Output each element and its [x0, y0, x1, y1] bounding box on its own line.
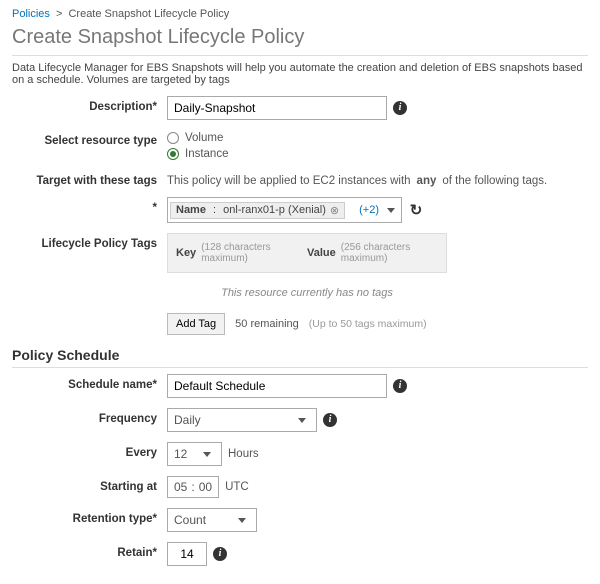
- start-time-input[interactable]: 05 : 00: [167, 476, 219, 498]
- every-label: Every: [12, 442, 167, 459]
- description-label: Description*: [12, 96, 167, 113]
- tag-more-count[interactable]: (+2): [359, 204, 379, 216]
- breadcrumb-root-link[interactable]: Policies: [12, 8, 50, 20]
- target-tags-help: This policy will be applied to EC2 insta…: [167, 170, 588, 187]
- retain-input[interactable]: [167, 542, 207, 566]
- radio-volume[interactable]: Volume: [167, 132, 228, 144]
- policy-tags-label: Lifecycle Policy Tags: [12, 233, 167, 250]
- radio-instance-label: Instance: [185, 148, 228, 160]
- no-tags-message: This resource currently has no tags: [167, 287, 447, 299]
- tag-chip[interactable]: Name : onl-ranx01-p (Xenial) ⊗: [170, 202, 345, 219]
- info-icon[interactable]: i: [213, 547, 227, 561]
- retention-type-value: Count: [174, 513, 206, 527]
- policy-tags-table: Key (128 characters maximum) Value (256 …: [167, 233, 447, 273]
- schedule-name-input[interactable]: [167, 374, 387, 398]
- tags-header-key-hint: (128 characters maximum): [201, 242, 307, 264]
- target-tags-required: *: [12, 197, 167, 214]
- breadcrumb-current: Create Snapshot Lifecycle Policy: [68, 8, 229, 20]
- target-tags-label: Target with these tags: [12, 170, 167, 187]
- info-icon[interactable]: i: [393, 379, 407, 393]
- breadcrumb-separator: >: [56, 8, 62, 20]
- radio-instance[interactable]: Instance: [167, 148, 228, 160]
- section-divider: [12, 367, 588, 368]
- retain-label: Retain*: [12, 542, 167, 559]
- frequency-select[interactable]: Daily: [167, 408, 317, 432]
- frequency-label: Frequency: [12, 408, 167, 425]
- tags-header-value-hint: (256 characters maximum): [341, 242, 438, 264]
- start-sep: :: [191, 480, 194, 494]
- chevron-down-icon[interactable]: [387, 208, 395, 213]
- radio-volume-label: Volume: [185, 132, 223, 144]
- description-input[interactable]: [167, 96, 387, 120]
- starting-at-label: Starting at: [12, 476, 167, 493]
- radio-icon: [167, 132, 179, 144]
- refresh-icon[interactable]: ↻: [408, 202, 424, 218]
- chip-remove-icon[interactable]: ⊗: [330, 204, 339, 217]
- tags-remaining: 50 remaining: [235, 318, 299, 330]
- info-icon[interactable]: i: [393, 101, 407, 115]
- info-icon[interactable]: i: [323, 413, 337, 427]
- every-value: 12: [174, 447, 187, 461]
- chevron-down-icon: [203, 452, 211, 457]
- every-unit: Hours: [228, 448, 259, 460]
- chevron-down-icon: [298, 418, 306, 423]
- policy-schedule-heading: Policy Schedule: [12, 347, 588, 363]
- page-title: Create Snapshot Lifecycle Policy: [12, 26, 588, 49]
- resource-type-label: Select resource type: [12, 130, 167, 147]
- chevron-down-icon: [238, 518, 246, 523]
- tag-chip-key: Name: [176, 204, 206, 216]
- intro-text: Data Lifecycle Manager for EBS Snapshots…: [12, 62, 588, 86]
- tags-header-value: Value: [307, 247, 336, 259]
- start-mm: 00: [199, 480, 212, 494]
- start-hh: 05: [174, 480, 187, 494]
- title-divider: [12, 55, 588, 56]
- breadcrumb: Policies > Create Snapshot Lifecycle Pol…: [12, 8, 588, 20]
- start-timezone: UTC: [225, 481, 249, 493]
- tags-remaining-hint: (Up to 50 tags maximum): [309, 318, 427, 330]
- retention-type-label: Retention type*: [12, 508, 167, 525]
- tag-chip-value: onl-ranx01-p (Xenial): [223, 204, 326, 216]
- tags-header-key: Key: [176, 247, 196, 259]
- add-tag-button[interactable]: Add Tag: [167, 313, 225, 335]
- frequency-value: Daily: [174, 413, 201, 427]
- schedule-name-label: Schedule name*: [12, 374, 167, 391]
- retention-type-select[interactable]: Count: [167, 508, 257, 532]
- radio-icon-selected: [167, 148, 179, 160]
- tag-picker[interactable]: Name : onl-ranx01-p (Xenial) ⊗ (+2): [167, 197, 402, 223]
- every-select[interactable]: 12: [167, 442, 222, 466]
